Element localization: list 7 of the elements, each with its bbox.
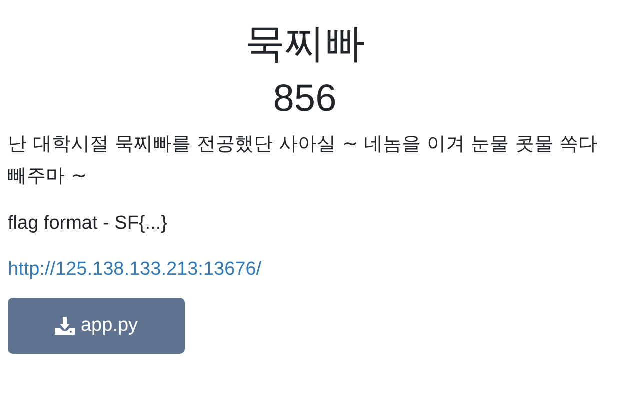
download-button[interactable]: app.py <box>8 298 185 354</box>
challenge-description: 난 대학시절 묵찌빠를 전공했단 사아실 ~ 네놈을 이겨 눈물 콧물 쏙다 빼주마 ~ <box>8 132 598 189</box>
challenge-link[interactable]: http://125.138.133.213:13676/ <box>8 259 262 280</box>
challenge-title: 묵찌빠 <box>244 20 366 69</box>
challenge-points: 856 <box>272 77 338 122</box>
download-icon <box>54 317 75 335</box>
flag-format-text: flag format - SF{...} <box>8 212 168 236</box>
